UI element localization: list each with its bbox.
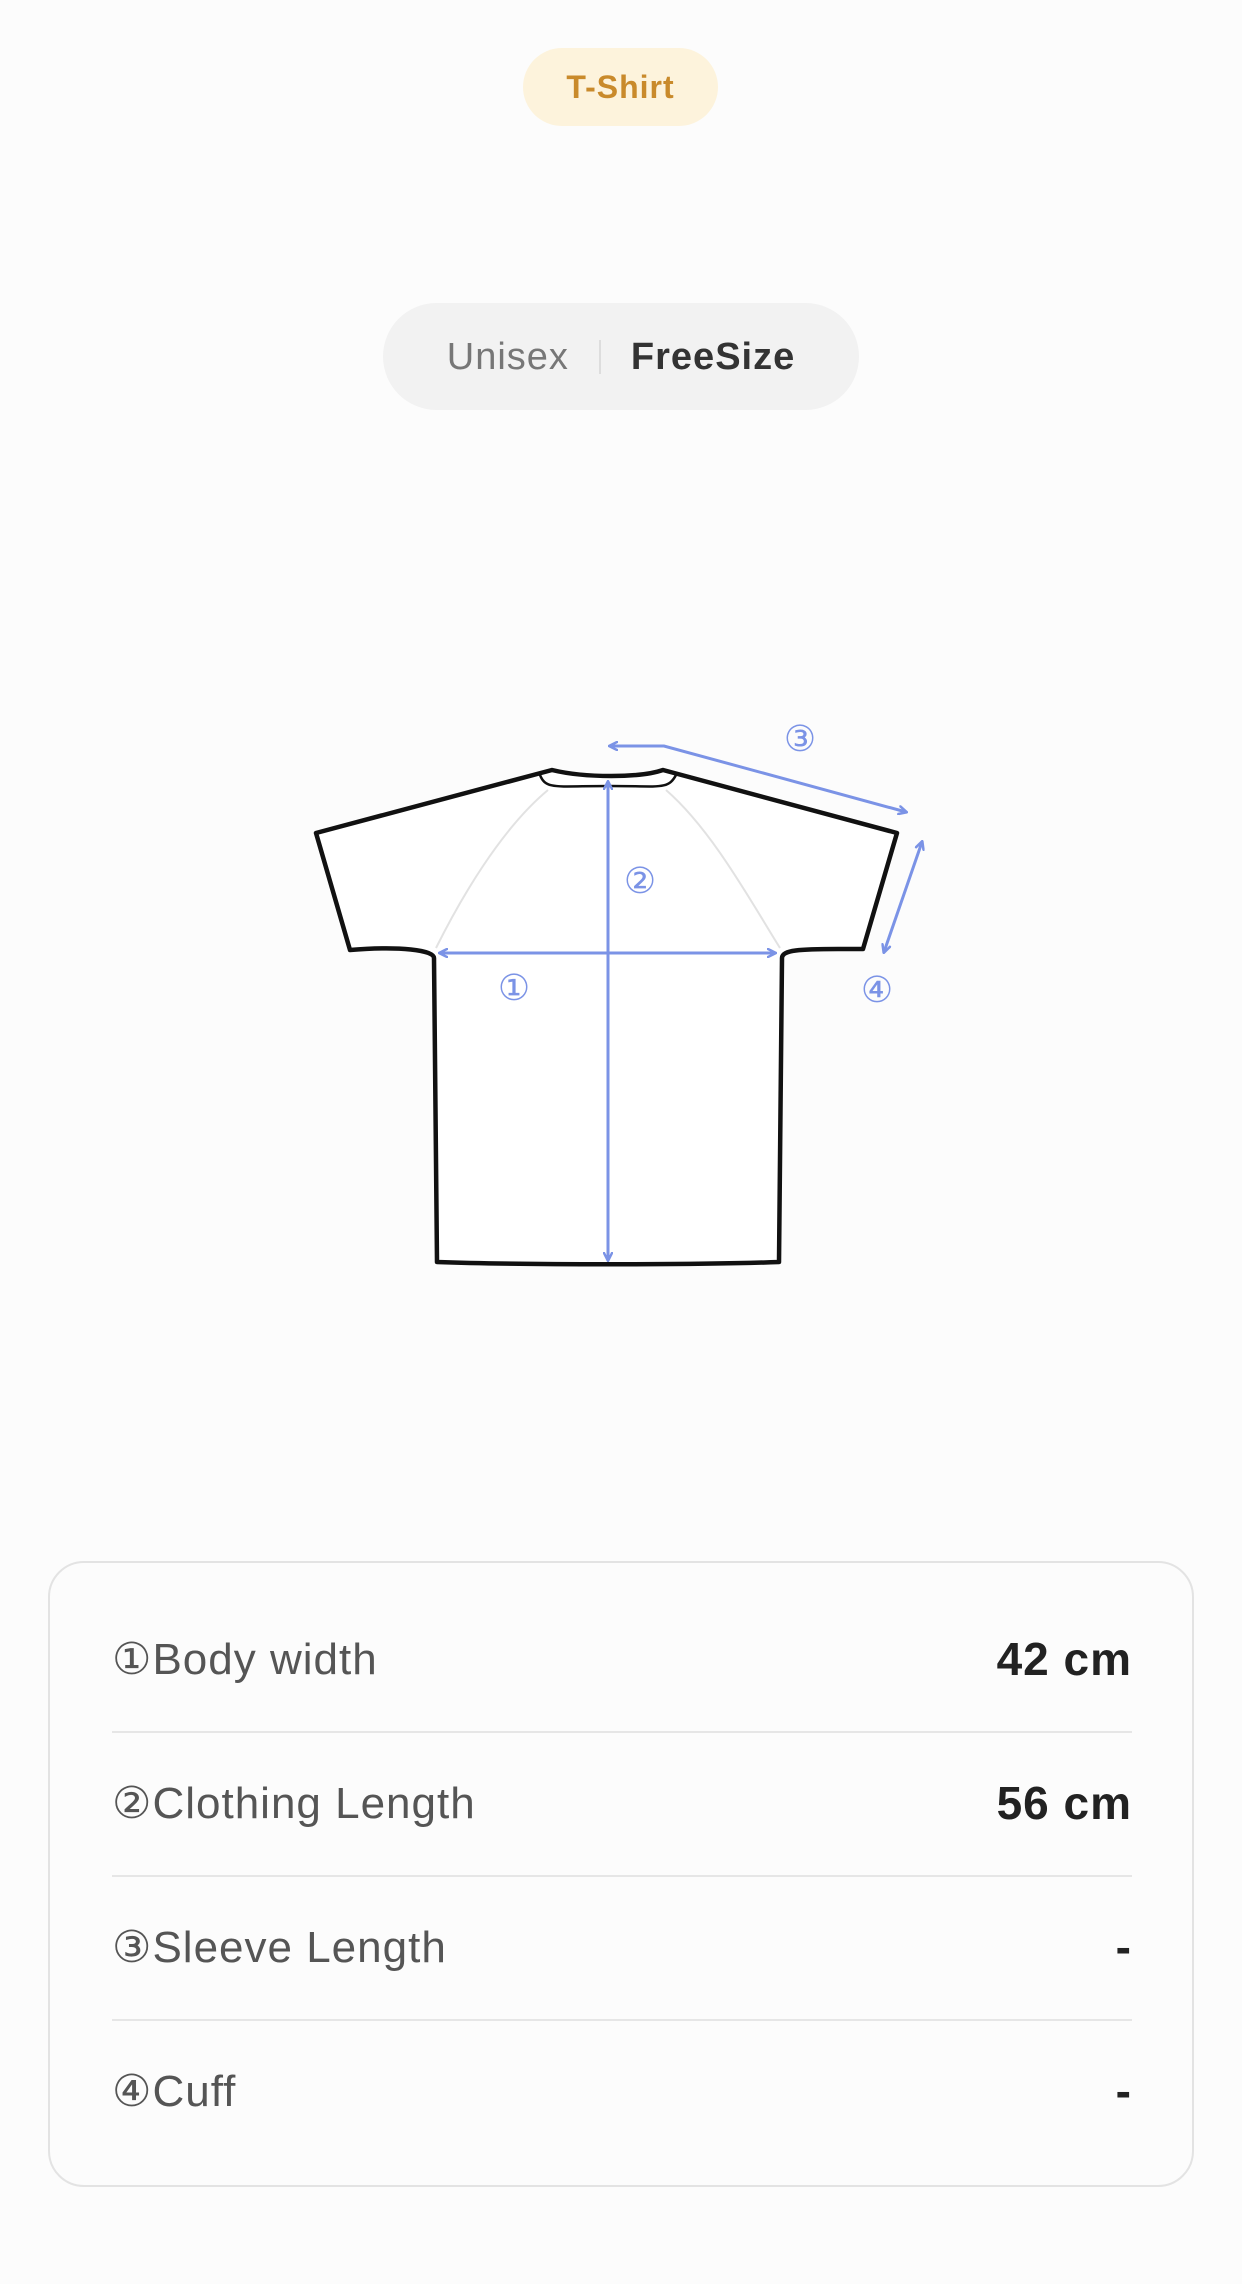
measurement-value: 42 cm <box>996 1633 1132 1685</box>
measurement-label: ②Clothing Length <box>112 1778 476 1828</box>
measurement-row: ②Clothing Length 56 cm <box>112 1731 1132 1875</box>
measurement-value: - <box>1115 2065 1132 2117</box>
measurement-table: ①Body width 42 cm ②Clothing Length 56 cm… <box>48 1561 1194 2187</box>
measurement-value: - <box>1115 1921 1132 1973</box>
category-badge: T-Shirt <box>523 48 718 126</box>
gender-option[interactable]: Unisex <box>417 338 599 376</box>
size-option[interactable]: FreeSize <box>601 338 825 376</box>
marker-sleeve-length: ③ <box>784 719 816 760</box>
marker-cuff: ④ <box>861 970 893 1011</box>
size-selector[interactable]: Unisex FreeSize <box>383 303 859 410</box>
measurement-row: ③Sleeve Length - <box>112 1875 1132 2019</box>
tshirt-measurement-diagram: ① ② ③ ④ <box>313 719 940 1267</box>
measurement-label: ①Body width <box>112 1634 378 1684</box>
marker-clothing-length: ② <box>624 861 656 902</box>
measurement-label: ④Cuff <box>112 2066 237 2116</box>
marker-body-width: ① <box>498 968 530 1009</box>
measurement-row: ④Cuff - <box>112 2019 1132 2163</box>
measurement-row: ①Body width 42 cm <box>112 1587 1132 1731</box>
measurement-label: ③Sleeve Length <box>112 1922 447 1972</box>
measurement-value: 56 cm <box>996 1777 1132 1829</box>
